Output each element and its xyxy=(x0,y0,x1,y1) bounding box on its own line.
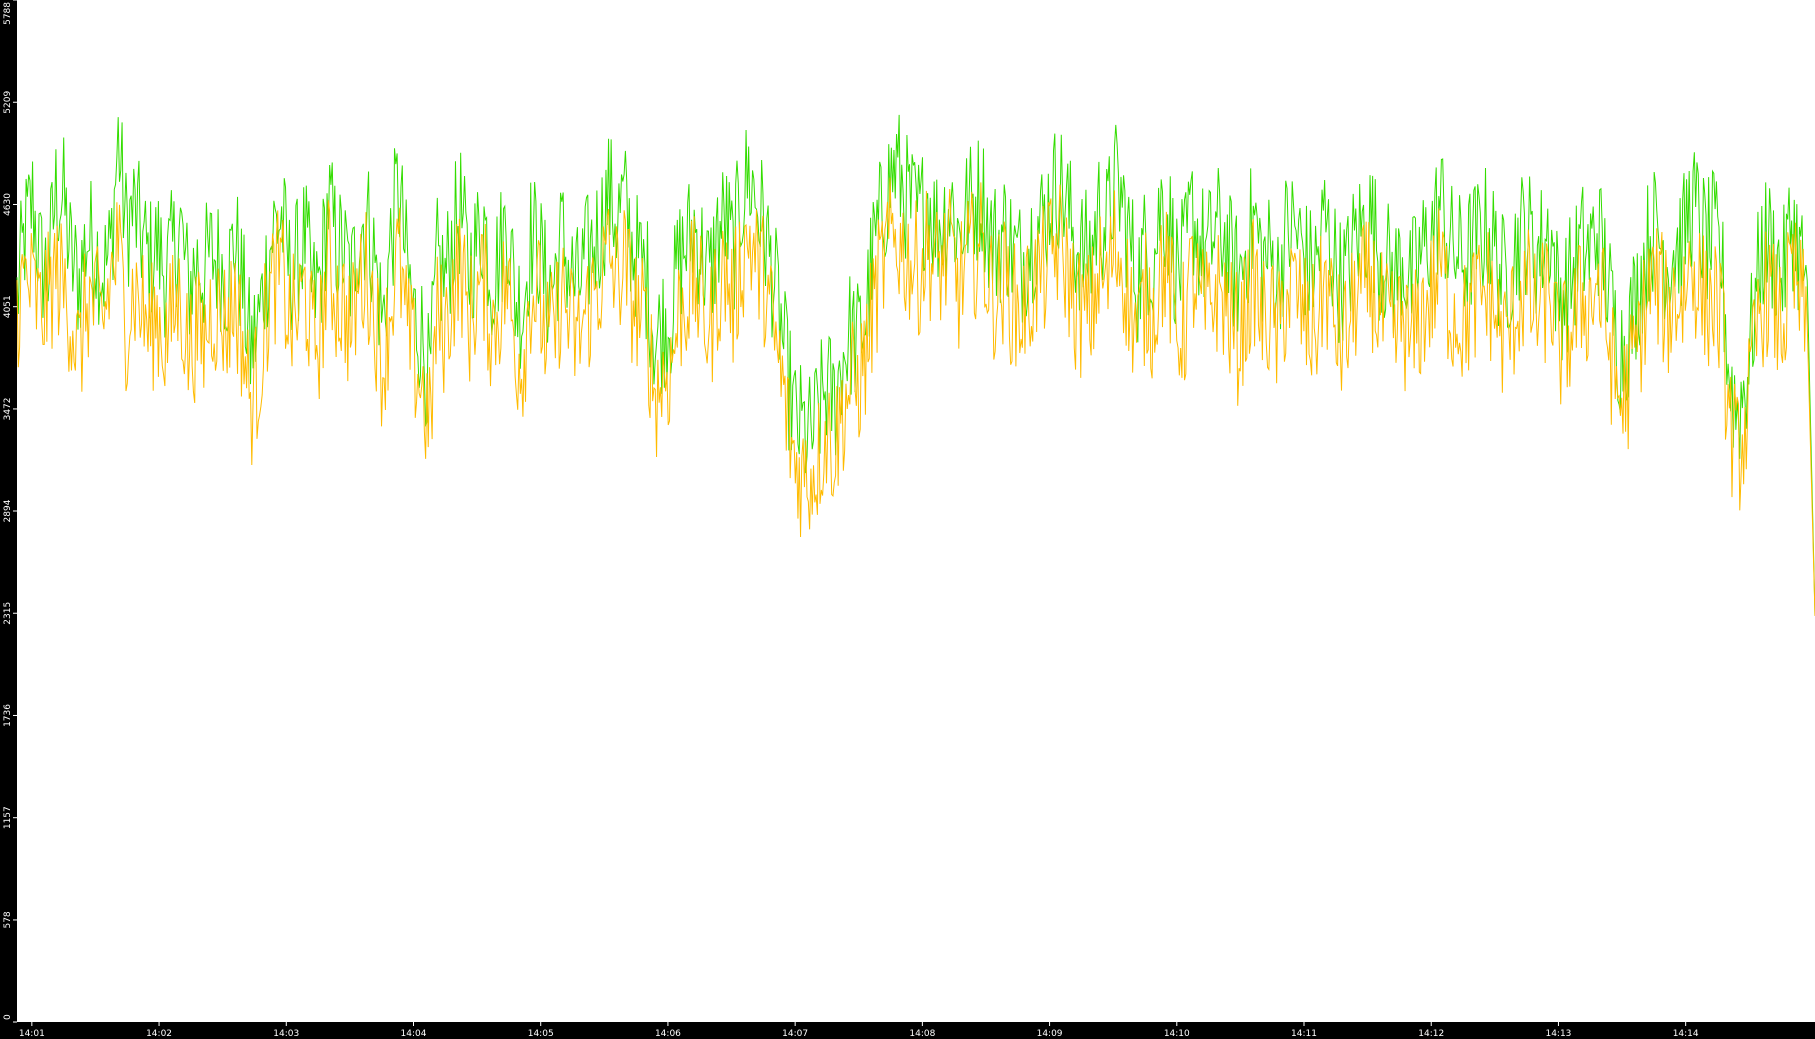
x-tick-label: 14:04 xyxy=(401,1029,427,1039)
x-tick-label: 14:02 xyxy=(146,1029,172,1039)
x-tick-label: 14:13 xyxy=(1545,1029,1571,1039)
y-tick-label: 3472 xyxy=(3,397,13,420)
x-tick: 14:14 xyxy=(1673,1022,1699,1039)
x-tick: 14:07 xyxy=(782,1022,808,1039)
y-tick: 4051 xyxy=(3,295,17,318)
x-tick-label: 14:14 xyxy=(1673,1029,1699,1039)
y-tick-label: 4630 xyxy=(3,193,13,216)
x-tick: 14:01 xyxy=(19,1022,45,1039)
y-axis: 0 578 1157 1736 2315 2894 3472 4051 4630 5209 5788 xyxy=(3,0,17,1023)
x-tick: 14:06 xyxy=(655,1022,681,1039)
y-tick-label: 578 xyxy=(3,911,13,928)
y-tick: 3472 xyxy=(3,397,17,420)
x-tick: 14:04 xyxy=(401,1022,427,1039)
x-tick-label: 14:06 xyxy=(655,1029,681,1039)
x-tick-label: 14:08 xyxy=(909,1029,935,1039)
x-tick-label: 14:07 xyxy=(782,1029,808,1039)
y-tick-label: 1736 xyxy=(3,704,13,727)
x-tick-label: 14:05 xyxy=(528,1029,554,1039)
x-tick: 14:05 xyxy=(528,1022,554,1039)
y-tick: 5209 xyxy=(3,91,17,114)
x-tick: 14:10 xyxy=(1164,1022,1190,1039)
x-tick-label: 14:10 xyxy=(1164,1029,1190,1039)
y-tick: 1736 xyxy=(3,704,17,727)
y-tick: 578 xyxy=(3,911,17,929)
y-tick: 0 xyxy=(3,1014,17,1023)
y-tick: 5788 xyxy=(3,0,17,25)
y-tick-label: 2315 xyxy=(3,602,13,625)
x-tick: 14:11 xyxy=(1291,1022,1317,1039)
series-line-1 xyxy=(16,114,1815,616)
x-tick-label: 14:12 xyxy=(1418,1029,1444,1039)
x-tick: 14:08 xyxy=(909,1022,936,1039)
x-tick-label: 14:11 xyxy=(1291,1029,1317,1039)
x-tick: 14:03 xyxy=(273,1022,299,1039)
x-axis: 14:01 14:02 14:03 14:04 14:05 14:06 14:07 14:08… xyxy=(19,1022,1699,1039)
chart-frame: 0 578 1157 1736 2315 2894 3472 4051 4630 5209 5788… xyxy=(0,0,1815,1039)
y-tick: 2894 xyxy=(3,499,17,522)
chart-svg: 0 578 1157 1736 2315 2894 3472 4051 4630 5209 5788… xyxy=(3,0,1815,1039)
y-tick-label: 0 xyxy=(3,1014,13,1020)
y-tick-label: 5788 xyxy=(3,2,13,25)
x-tick-label: 14:09 xyxy=(1037,1029,1063,1039)
x-tick-label: 14:01 xyxy=(19,1029,45,1039)
x-tick-label: 14:03 xyxy=(273,1029,299,1039)
x-tick: 14:02 xyxy=(146,1022,172,1039)
x-tick: 14:09 xyxy=(1037,1022,1063,1039)
y-tick-label: 5209 xyxy=(3,91,13,114)
x-tick: 14:12 xyxy=(1418,1022,1444,1039)
y-tick-label: 1157 xyxy=(3,806,13,829)
y-tick: 1157 xyxy=(3,806,17,829)
y-tick: 2315 xyxy=(3,602,17,625)
x-tick: 14:13 xyxy=(1545,1022,1571,1039)
y-tick: 4630 xyxy=(3,193,17,216)
series-layer xyxy=(16,114,1815,616)
y-tick-label: 4051 xyxy=(3,295,13,318)
y-tick-label: 2894 xyxy=(3,499,13,522)
